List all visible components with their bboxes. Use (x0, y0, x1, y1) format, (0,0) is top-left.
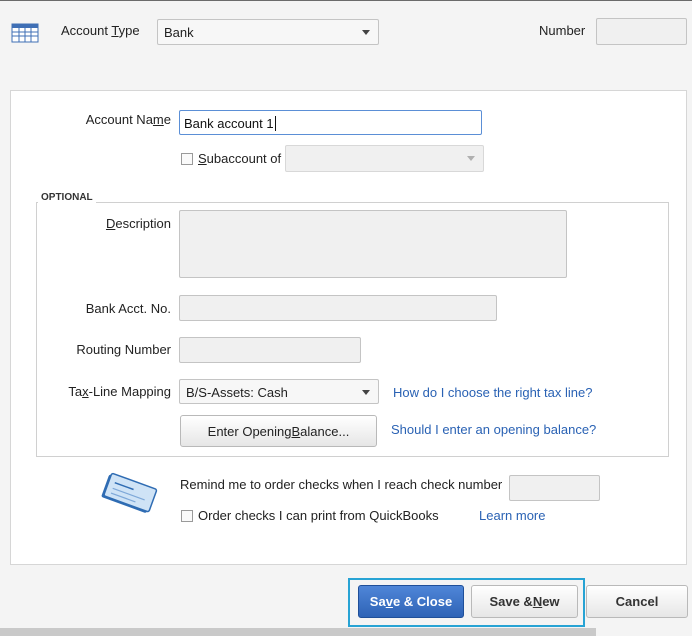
chevron-down-icon (362, 390, 370, 395)
taxline-label: Tax-Line Mapping (68, 384, 171, 399)
opening-balance-help-link[interactable]: Should I enter an opening balance? (391, 422, 596, 437)
number-label: Number (539, 23, 586, 38)
taxline-value: B/S-Assets: Cash (186, 385, 288, 400)
subaccount-checkbox[interactable] (181, 153, 193, 165)
account-type-value: Bank (164, 25, 194, 40)
save-new-button[interactable]: Save & New (471, 585, 578, 618)
subaccount-select[interactable] (285, 145, 484, 172)
subaccount-label[interactable]: Subaccount of (198, 151, 281, 166)
description-textarea[interactable] (179, 210, 567, 278)
learn-more-link[interactable]: Learn more (479, 508, 545, 523)
order-checks-label[interactable]: Order checks I can print from QuickBooks (198, 508, 439, 523)
check-book-icon (97, 470, 159, 522)
account-name-label: Account Name (85, 112, 171, 127)
account-type-label: Account Type (61, 23, 140, 38)
routing-number-label: Routing Number (76, 342, 171, 357)
order-checks-checkbox[interactable] (181, 510, 193, 522)
taxline-help-link[interactable]: How do I choose the right tax line? (393, 385, 592, 400)
bank-acct-field[interactable] (179, 295, 497, 321)
account-type-select[interactable]: Bank (157, 19, 379, 45)
chevron-down-icon (362, 30, 370, 35)
account-name-input[interactable]: Bank account 1 (179, 110, 482, 135)
bank-acct-label: Bank Acct. No. (85, 301, 171, 316)
save-close-button[interactable]: Sa v e & Close (358, 585, 464, 618)
number-field[interactable] (596, 18, 687, 45)
enter-opening-balance-button[interactable]: Enter Opening Balance... (180, 415, 377, 447)
chevron-down-icon (467, 156, 475, 161)
remind-checks-label: Remind me to order checks when I reach c… (180, 477, 503, 492)
routing-number-field[interactable] (179, 337, 361, 363)
window-top-border (0, 0, 692, 1)
bottom-scroll-strip (0, 628, 596, 636)
taxline-select[interactable]: B/S-Assets: Cash (179, 379, 379, 404)
account-register-icon (11, 22, 39, 44)
optional-title: OPTIONAL (38, 192, 96, 203)
description-label: Description (105, 216, 171, 231)
remind-check-number-field[interactable] (509, 475, 600, 501)
cancel-button[interactable]: Cancel (586, 585, 688, 618)
